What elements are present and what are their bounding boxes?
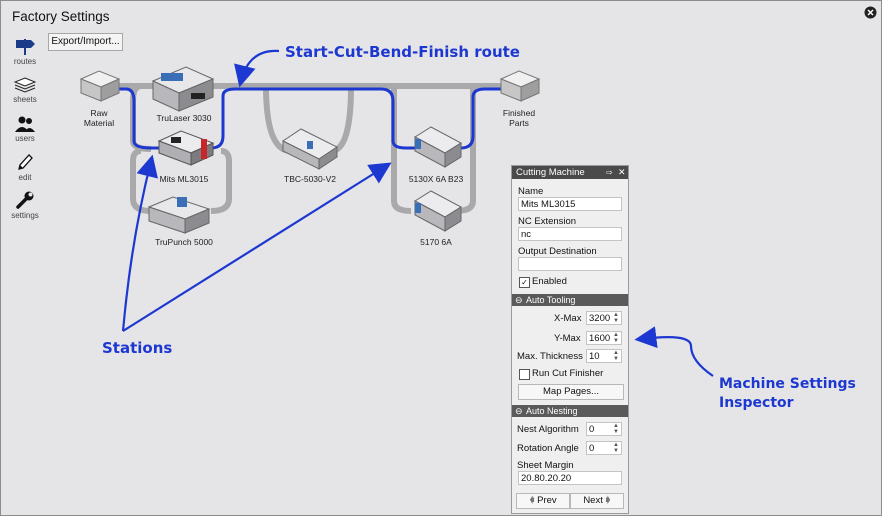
spinner-arrows-icon[interactable]: ▲ ▼ [613, 423, 619, 435]
next-button[interactable]: Next 🡂 [570, 493, 624, 509]
arrow-right-icon: 🡂 [605, 495, 611, 506]
inspector-header: Cutting Machine ⇨ ✕ [512, 166, 628, 179]
factory-settings-window: Factory Settings routes sheets users edi… [0, 0, 882, 516]
station-label: TruLaser 3030 [156, 113, 212, 123]
name-field[interactable]: Mits ML3015 [518, 197, 622, 211]
inspector-callout: Machine Settings Inspector [719, 376, 856, 411]
inspector-title: Cutting Machine [516, 167, 585, 178]
pin-icon[interactable]: ⇨ [606, 166, 613, 179]
xmax-label: X-Max [554, 313, 582, 324]
output-destination-label: Output Destination [518, 246, 597, 257]
stations-callout: Stations [102, 339, 173, 357]
spinner-arrows-icon[interactable]: ▲ ▼ [613, 332, 619, 344]
spinner-arrows-icon[interactable]: ▲ ▼ [613, 350, 619, 362]
sheet-margin-label: Sheet Margin [517, 460, 574, 471]
station-label: Mits ML3015 [159, 174, 209, 184]
station-label: TBC-5030-V2 [284, 174, 336, 184]
nest-algorithm-spinner[interactable]: 0 ▲ ▼ [586, 422, 622, 436]
rotation-angle-label: Rotation Angle [517, 443, 579, 454]
station-finished-parts[interactable] [499, 70, 541, 102]
run-cut-finisher-checkbox[interactable] [519, 369, 530, 380]
collapse-icon: ⊖ [515, 295, 523, 305]
spinner-arrows-icon[interactable]: ▲ ▼ [613, 312, 619, 324]
station-trulaser-3030[interactable] [151, 66, 215, 112]
nest-algorithm-label: Nest Algorithm [517, 424, 579, 435]
collapse-icon: ⊖ [515, 406, 523, 416]
xmax-spinner[interactable]: 3200 ▲ ▼ [586, 311, 622, 325]
max-thickness-spinner[interactable]: 10 ▲ ▼ [586, 349, 622, 363]
name-label: Name [518, 186, 544, 197]
machine-inspector-panel: Cutting Machine ⇨ ✕ Name Mits ML3015 NC … [511, 165, 629, 514]
section-title: Auto Nesting [526, 406, 578, 416]
station-label: Finished Parts [502, 108, 536, 128]
spinner-value: 0 [589, 443, 595, 454]
station-trupunch-5000[interactable] [147, 196, 211, 234]
section-title: Auto Tooling [526, 295, 576, 305]
enabled-checkbox[interactable]: ✓ [519, 277, 530, 288]
output-destination-field[interactable] [518, 257, 622, 271]
close-panel-icon[interactable]: ✕ [618, 166, 626, 179]
enabled-label: Enabled [532, 276, 567, 287]
station-mits-ml3015[interactable] [157, 130, 215, 166]
ymax-label: Y-Max [554, 333, 581, 344]
map-pages-button[interactable]: Map Pages... [518, 384, 624, 400]
sheet-margin-field[interactable]: 20.80.20.20 [518, 471, 622, 485]
route-diagram [79, 49, 714, 377]
station-label: 5130X 6A B23 [408, 174, 464, 184]
ymax-spinner[interactable]: 1600 ▲ ▼ [586, 331, 622, 345]
run-cut-finisher-label: Run Cut Finisher [532, 368, 604, 379]
prev-label: Prev [537, 495, 557, 506]
spinner-value: 0 [589, 424, 595, 435]
station-label: 5170 6A [420, 237, 452, 247]
auto-nesting-header[interactable]: ⊖ Auto Nesting [512, 405, 628, 417]
arrow-left-icon: 🡀 [529, 495, 535, 506]
nc-extension-label: NC Extension [518, 216, 577, 227]
station-raw-material[interactable] [79, 70, 121, 102]
nc-extension-field[interactable]: nc [518, 227, 622, 241]
prev-button[interactable]: 🡀 Prev [516, 493, 570, 509]
max-thickness-label: Max. Thickness [517, 351, 583, 362]
route-callout: Start-Cut-Bend-Finish route [285, 43, 520, 61]
spinner-value: 3200 [589, 313, 611, 324]
spinner-value: 1600 [589, 333, 611, 344]
station-5130x-6a-b23[interactable] [414, 126, 462, 168]
station-label: Raw Material [83, 108, 115, 128]
spinner-arrows-icon[interactable]: ▲ ▼ [613, 442, 619, 454]
auto-tooling-header[interactable]: ⊖ Auto Tooling [512, 294, 628, 306]
rotation-angle-spinner[interactable]: 0 ▲ ▼ [586, 441, 622, 455]
next-label: Next [583, 495, 603, 506]
station-tbc-5030-v2[interactable] [282, 128, 338, 170]
station-5170-6a[interactable] [414, 190, 462, 232]
station-label: TruPunch 5000 [155, 237, 213, 247]
spinner-value: 10 [589, 351, 600, 362]
